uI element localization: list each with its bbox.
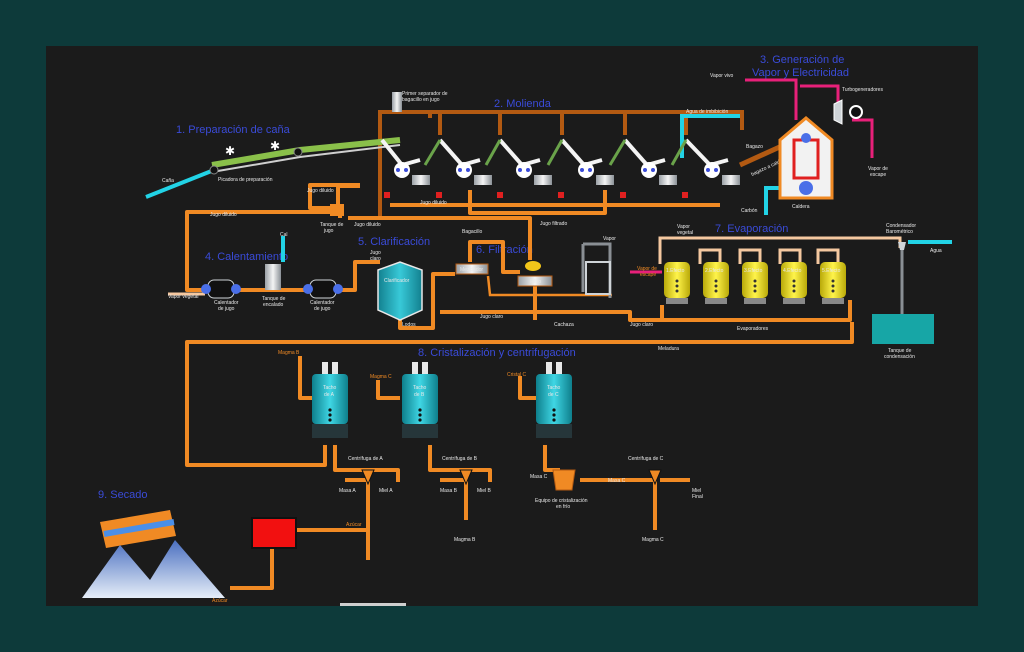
condensate-tank <box>872 314 934 344</box>
label-vapor-vivo: Vapor vivo <box>710 73 733 79</box>
label-vapor-vegetal-top2: vegetal <box>677 230 693 236</box>
label-equipo-2: en frío <box>556 504 570 510</box>
label-cana: Caña <box>162 178 174 184</box>
liming-tank <box>265 264 281 290</box>
filter-drum <box>525 261 541 271</box>
label-azucar-2: Azúcar <box>212 598 228 604</box>
separator <box>392 92 402 112</box>
label-tanque-cond-2: condensación <box>884 354 915 360</box>
label-caldera: Caldera <box>792 204 810 210</box>
label-condensador-2: Barométrico <box>886 229 913 235</box>
svg-text:✱: ✱ <box>270 139 280 153</box>
label-masa-b: Masa B <box>440 488 458 494</box>
label-cal: Cal <box>280 232 288 238</box>
juice-tank <box>330 204 344 216</box>
scroll-marker <box>340 603 406 606</box>
label-azucar-1: Azúcar <box>346 522 362 528</box>
label-bagacillo: Bagacillo <box>462 229 483 235</box>
label-centrifuga-b: Centrífuga de B <box>442 456 478 462</box>
label-jugo-claro-top2: claro <box>370 256 381 262</box>
label-jugo-diluido-4: Jugo diluido <box>420 200 447 206</box>
label-vapor-escape-side2: escape <box>640 272 656 278</box>
label-cachaza: Cachaza <box>554 322 574 328</box>
label-miel-a: Miel A <box>379 488 393 494</box>
section-title-generacion-1: 3. Generación de <box>760 54 844 66</box>
label-vapor-escape-2: escape <box>870 172 886 178</box>
section-title-clarificacion: 5. Clarificación <box>358 236 430 248</box>
label-centrifuga-c: Centrífuga de C <box>628 456 664 462</box>
label-lodos: Lodos <box>402 322 416 328</box>
label-magma-c-bottom: Magma C <box>642 537 664 543</box>
section-title-generacion-2: Vapor y Electricidad <box>752 67 849 79</box>
label-jugo-diluido-1: Jugo diluido <box>307 188 334 194</box>
cold-crystallizer <box>552 469 576 491</box>
label-tacho-a-1: Tacho <box>323 385 337 391</box>
label-agua: Agua <box>930 248 942 254</box>
svg-text:✱: ✱ <box>225 144 235 158</box>
label-masa-c: Masa C <box>530 474 548 480</box>
label-miel-final-2: Final <box>692 494 703 500</box>
label-tanque-jugo-2: jugo <box>323 228 334 234</box>
label-jugo-filtrado: Jugo filtrado <box>540 221 567 227</box>
label-jugo-diluido-2: Jugo diluido <box>210 212 237 218</box>
label-picadora: Picadora de preparación <box>218 177 273 183</box>
label-agua-imbibicion: Agua de imbibición <box>686 109 728 115</box>
label-meladura: Meladura <box>658 346 679 352</box>
label-efecto2: 2.Efecto <box>705 268 724 274</box>
label-tacho-b-1: Tacho <box>413 385 427 391</box>
section-title-preparacion: 1. Preparación de caña <box>176 124 291 136</box>
label-efecto4: 4.Efecto <box>783 268 802 274</box>
label-masa-a: Masa A <box>339 488 356 494</box>
label-jugo-claro-2: Jugo claro <box>630 322 653 328</box>
label-turbogeneradores: Turbogeneradores <box>842 87 883 93</box>
label-bagazo: Bagazo <box>746 144 763 150</box>
label-masa-c-2: Masa C <box>608 478 626 484</box>
section-title-cristalizacion: 8. Cristalización y centrifugación <box>418 347 576 359</box>
label-jugo-diluido-3: Jugo diluido <box>354 222 381 228</box>
label-vapor: Vapor <box>603 236 616 242</box>
label-tacho-b-2: de B <box>414 392 425 398</box>
label-magma-b: Magma B <box>278 350 300 356</box>
label-miel-b: Miel B <box>477 488 492 494</box>
label-efecto1: 1.Efecto <box>666 268 685 274</box>
label-cristal-c: Cristal C <box>507 372 527 378</box>
clarifier <box>377 261 423 321</box>
section-title-evaporacion: 7. Evaporación <box>715 223 788 235</box>
label-magma-b-bottom: Magma B <box>454 537 476 543</box>
label-tanque-encalado-2: encalado <box>263 302 284 308</box>
label-efecto3: 3.Efecto <box>744 268 763 274</box>
label-clarificador: Clarificador <box>384 278 410 284</box>
label-filtro: Filtro <box>530 279 541 285</box>
label-carbon: Carbón <box>741 208 758 214</box>
label-mezclador: Mezclador <box>460 267 483 273</box>
label-efecto5: 5.Efecto <box>822 268 841 274</box>
section-title-secado: 9. Secado <box>98 489 148 501</box>
dryer <box>251 517 297 549</box>
label-vapor-vegetal: Vapor vegetal <box>168 294 198 300</box>
label-centrifuga-a: Centrífuga de A <box>348 456 383 462</box>
label-calentador-1b: de jugo <box>218 306 235 312</box>
label-tacho-c-2: de C <box>548 392 559 398</box>
sugar-process-diagram: 1. Preparación de caña 2. Molienda 3. Ge… <box>46 46 978 606</box>
section-title-molienda: 2. Molienda <box>494 98 552 110</box>
label-calentador-2b: de jugo <box>314 306 331 312</box>
label-magma-c: Magma C <box>370 374 392 380</box>
label-tacho-a-2: de A <box>324 392 335 398</box>
section-title-calentamiento: 4. Calentamiento <box>205 251 288 263</box>
label-primer-2: bagacillo en jugo <box>402 97 440 103</box>
label-evaporadores: Evaporadores <box>737 326 769 332</box>
label-jugo-claro: Jugo claro <box>480 314 503 320</box>
label-tacho-c-1: Tacho <box>547 385 561 391</box>
